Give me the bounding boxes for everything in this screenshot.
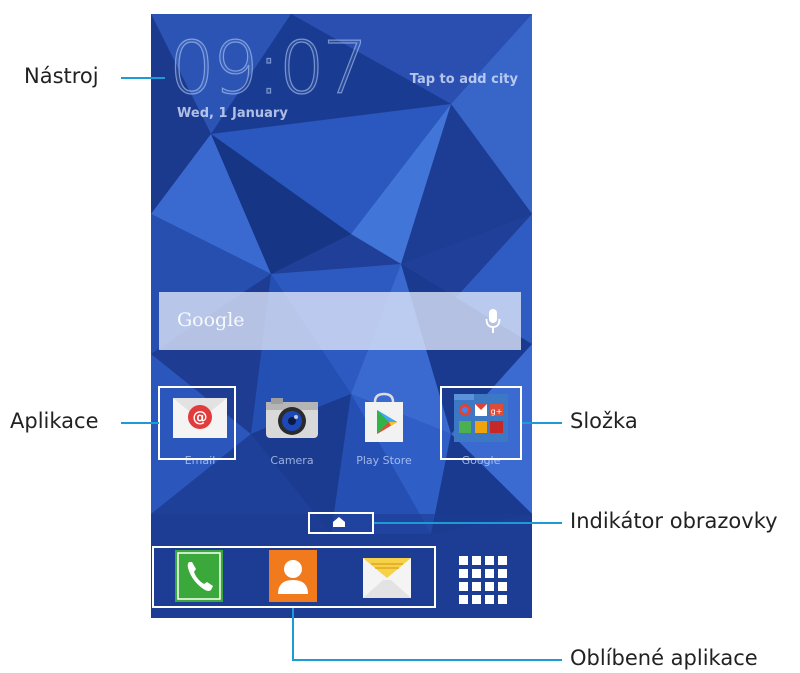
play-store-icon bbox=[355, 390, 413, 444]
favorites-highlight-box bbox=[152, 546, 436, 608]
app-highlight-box bbox=[158, 386, 236, 460]
favorites-callout-hline bbox=[292, 659, 562, 661]
microphone-icon[interactable] bbox=[485, 308, 501, 334]
folder-callout-line bbox=[522, 422, 562, 424]
callout-favorites: Oblíbené aplikace bbox=[570, 646, 758, 670]
callout-widget: Nástroj bbox=[24, 64, 99, 88]
folder-highlight-box bbox=[440, 386, 522, 460]
callout-screen-indicator: Indikátor obrazovky bbox=[570, 509, 778, 533]
app-camera[interactable]: Camera bbox=[252, 390, 332, 467]
callout-folder: Složka bbox=[570, 409, 638, 433]
clock-time[interactable]: 09:07 bbox=[168, 31, 369, 104]
indicator-highlight-box bbox=[308, 512, 374, 534]
app-label: Play Store bbox=[356, 454, 412, 467]
app-callout-line bbox=[121, 422, 159, 424]
app-play-store[interactable]: Play Store bbox=[344, 390, 424, 467]
callout-app: Aplikace bbox=[10, 409, 99, 433]
favorites-callout-vline bbox=[292, 608, 294, 661]
add-city-link[interactable]: Tap to add city bbox=[410, 72, 518, 87]
widget-callout-line bbox=[121, 77, 165, 79]
indicator-callout-line bbox=[374, 522, 562, 524]
google-search-bar[interactable]: Google bbox=[159, 292, 521, 350]
google-logo: Google bbox=[177, 309, 245, 331]
clock-date: Wed, 1 January bbox=[177, 106, 288, 121]
app-label: Camera bbox=[270, 454, 314, 467]
apps-grid-icon[interactable] bbox=[457, 554, 507, 604]
camera-icon bbox=[263, 390, 321, 444]
